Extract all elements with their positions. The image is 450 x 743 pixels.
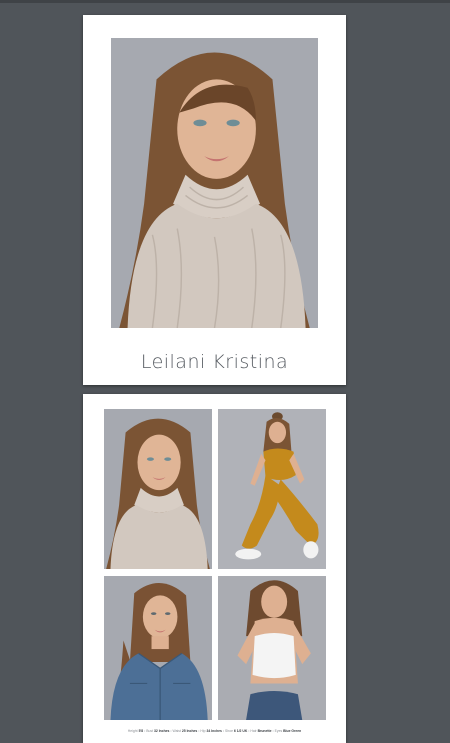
comp-card-page-2[interactable]: Height 5'8 • Bust 32 Inches • Waist 25 I… (83, 394, 346, 743)
tank-top-jeans-photo (218, 576, 326, 720)
stat-separator: • (222, 729, 225, 733)
stat-hip-value: 34 Inches (206, 729, 222, 733)
stat-height-label: Height (127, 729, 138, 733)
stat-hair-label: Hair (250, 729, 257, 733)
denim-jacket-photo (104, 576, 212, 720)
comp-card-page-1[interactable]: Leilani Kristina (83, 15, 346, 385)
stat-waist-label: Waist (172, 729, 181, 733)
stat-separator: • (272, 729, 274, 733)
stat-hip-label: Hip (200, 729, 206, 733)
model-measurements: Height 5'8 • Bust 32 Inches • Waist 25 I… (83, 729, 346, 733)
stat-height-value: 5'8 (138, 729, 144, 733)
viewer-top-border (0, 0, 450, 3)
model-name: Leilani Kristina (140, 351, 289, 373)
stat-eyes-value: Blue Green (283, 729, 302, 733)
stat-bust-label: Bust (146, 729, 154, 733)
stat-shoe-label: Shoe (225, 729, 233, 733)
stat-eyes-label: Eyes (274, 729, 283, 733)
stat-waist-value: 25 Inches (181, 729, 198, 733)
stat-bust-value: 32 Inches (153, 729, 170, 733)
stat-hair-value: Brunette (257, 729, 272, 733)
full-body-jumpsuit-photo (218, 409, 326, 569)
stat-separator: • (170, 729, 172, 733)
stat-shoe-value: 6 1/2 UK (233, 729, 248, 733)
hero-headshot-photo (111, 38, 318, 328)
headshot-sweater-photo (104, 409, 212, 569)
